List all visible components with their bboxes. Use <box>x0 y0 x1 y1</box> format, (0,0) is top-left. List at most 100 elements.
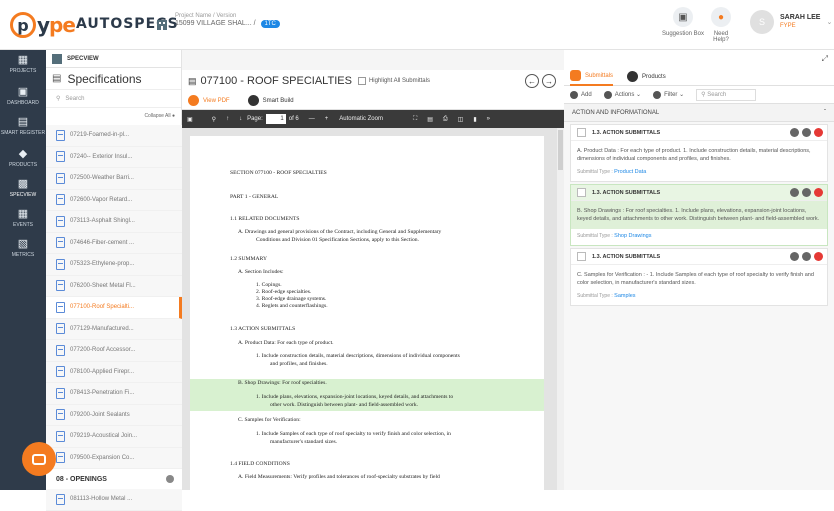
card-checkbox[interactable] <box>577 252 586 261</box>
bookmark-icon[interactable]: ▮ <box>473 116 476 123</box>
card-checkbox[interactable] <box>577 128 586 137</box>
search-icon[interactable]: ⚲ <box>212 116 216 123</box>
next-arrow-icon[interactable]: → <box>542 74 556 88</box>
chat-button[interactable] <box>22 442 56 476</box>
download-icon[interactable]: ◫ <box>458 116 464 123</box>
suggestion-box-button[interactable]: ▣ Suggestion Box <box>660 5 706 37</box>
highlight-checkbox[interactable] <box>357 77 366 85</box>
pdf-icon <box>56 151 65 163</box>
nav-metrics[interactable]: ▧ METRICS <box>0 238 46 258</box>
top-bar: p ype AUTOSPECS Project Name / Version 1… <box>0 0 834 50</box>
card-body: A. Product Data : For each type of produ… <box>577 148 811 162</box>
edit-icon[interactable] <box>790 188 799 197</box>
submittal-type: Submittal Type : Product Data <box>577 169 647 175</box>
filter-button[interactable]: Filter ⌄ <box>653 90 684 99</box>
collapse-all-button[interactable]: Collapse All ● <box>46 108 181 124</box>
building-icon: ▦ <box>17 54 29 66</box>
spec-search-input[interactable]: ⚲ Search <box>46 90 181 108</box>
nav-specview[interactable]: ▩ SPECVIEW <box>0 178 46 198</box>
nav-products[interactable]: ◆ PRODUCTS <box>0 148 46 168</box>
spec-item[interactable]: 074646-Fiber-cement ... <box>46 232 182 254</box>
need-help-button[interactable]: ● Need Help? <box>706 5 736 43</box>
card-checkbox[interactable] <box>577 188 586 197</box>
spec-item[interactable]: 078413-Penetration Fi... <box>46 383 182 405</box>
submittals-panel: ⤢ Submittals Products Add Actions ⌄ Filt… <box>564 50 834 490</box>
prev-arrow-icon[interactable]: ← <box>525 74 539 88</box>
nav-smart-register[interactable]: ▤ SMART REGISTER <box>0 116 46 136</box>
search-icon: ⚲ <box>701 91 706 98</box>
doc-line: 1.3 ACTION SUBMITTALS <box>230 326 296 332</box>
card-body: C. Samples for Verification : - 1. Inclu… <box>577 272 814 286</box>
nav-events[interactable]: ▦ EVENTS <box>0 208 46 228</box>
spec-item[interactable]: 072500-Weather Barri... <box>46 168 182 190</box>
doc-line: A. Drawings and general provisions of th… <box>238 229 442 235</box>
tab-view-pdf[interactable]: View PDF <box>188 95 230 106</box>
tab-smart-build[interactable]: Smart Build <box>247 95 294 106</box>
suggestion-box-icon: ▣ <box>673 7 693 27</box>
edit-icon[interactable] <box>790 128 799 137</box>
spec-item[interactable]: 07240-- Exterior Insul... <box>46 146 182 168</box>
spec-item[interactable]: 079500-Expansion Co... <box>46 447 182 469</box>
spec-item[interactable]: 081113-Hollow Metal ... <box>46 489 182 511</box>
spec-item[interactable]: 077200-Roof Accessor... <box>46 340 182 362</box>
submittal-card[interactable]: 1.3. ACTION SUBMITTALS C. Samples for Ve… <box>570 248 828 306</box>
spec-item[interactable]: 077129-Manufactured... <box>46 318 182 340</box>
tab-products[interactable]: Products <box>627 68 666 86</box>
sidebar-toggle-icon[interactable]: ▣ <box>187 116 193 123</box>
print-icon[interactable]: ⎙ <box>443 116 448 123</box>
search-icon: ⚲ <box>56 96 61 102</box>
spec-item[interactable]: 079219-Acoustical Join... <box>46 426 182 448</box>
pdf-viewer[interactable]: SECTION 077100 - ROOF SPECIALTIES PART 1… <box>182 128 557 490</box>
more-tools-icon[interactable]: » <box>487 116 490 122</box>
spec-item-active[interactable]: 077100-Roof Specialti... <box>46 297 182 319</box>
spec-item[interactable]: 073113-Asphalt Shingl... <box>46 211 182 233</box>
fullscreen-icon[interactable]: ⛶ <box>413 116 417 123</box>
pdf-icon <box>56 452 65 464</box>
delete-icon[interactable] <box>814 188 823 197</box>
spec-item[interactable]: 072600-Vapor Retard... <box>46 189 182 211</box>
zoom-select[interactable]: Automatic Zoom <box>339 116 383 122</box>
pdf-scrollbar[interactable] <box>557 128 564 490</box>
nav-dashboard[interactable]: ▣ DASHBOARD <box>0 86 46 106</box>
prev-page-icon[interactable]: ↑ <box>226 116 229 122</box>
zoom-out-icon[interactable]: — <box>309 116 315 122</box>
spec-item[interactable]: 079200-Joint Sealants <box>46 404 182 426</box>
doc-line: 1. Include Samples of each type of roof … <box>256 431 451 437</box>
submittal-card-selected[interactable]: 1.3. ACTION SUBMITTALS B. Shop Drawings … <box>570 184 828 246</box>
tab-submittals[interactable]: Submittals <box>570 68 614 86</box>
submittal-card[interactable]: 1.3. ACTION SUBMITTALS A. Product Data :… <box>570 124 828 182</box>
doc-line: SECTION 077100 - ROOF SPECIALTIES <box>230 170 327 176</box>
scrollbar-thumb[interactable] <box>558 130 563 170</box>
document-title: 077100 - ROOF SPECIALTIES <box>200 75 352 87</box>
logo[interactable]: p ype <box>10 10 76 40</box>
products-icon <box>627 71 639 82</box>
page-number-input[interactable]: 1 <box>265 114 286 124</box>
delete-icon[interactable] <box>814 128 823 137</box>
expand-icon[interactable]: ⤢ <box>822 54 828 64</box>
spec-item[interactable]: 075323-Ethylene-prop... <box>46 254 182 276</box>
copy-icon[interactable] <box>802 128 811 137</box>
delete-icon[interactable] <box>814 252 823 261</box>
spec-item[interactable]: 078100-Applied Firepr... <box>46 361 182 383</box>
next-page-icon[interactable]: ↓ <box>239 116 242 122</box>
project-selector[interactable]: Project Name / Version 15099 VILLAGE SHA… <box>175 12 280 28</box>
zoom-in-icon[interactable]: + <box>325 116 329 122</box>
add-button[interactable]: Add <box>570 90 592 99</box>
edit-icon[interactable] <box>790 252 799 261</box>
spec-panel: SPECVIEW ▤ Specifications ⚲ Search Collaps… <box>46 50 182 511</box>
doc-line: 4. Reglets and counterflashings. <box>256 303 328 309</box>
nav-projects[interactable]: ▦ PROJECTS <box>0 54 46 74</box>
need-help-label: Need Help? <box>713 31 729 43</box>
user-menu[interactable]: S SARAH LEE FYPE ⌄ <box>750 10 832 34</box>
copy-icon[interactable] <box>802 252 811 261</box>
spec-item[interactable]: 076200-Sheet Metal Fl... <box>46 275 182 297</box>
division-header[interactable]: 08 - OPENINGS <box>46 469 182 489</box>
spec-item[interactable]: 07219-Foamed-in-pl... <box>46 125 182 147</box>
open-file-icon[interactable]: ▤ <box>427 116 433 123</box>
copy-icon[interactable] <box>802 188 811 197</box>
actions-button[interactable]: Actions ⌄ <box>603 90 641 99</box>
submittals-search-input[interactable]: ⚲ Search <box>696 88 757 101</box>
category-header[interactable]: ACTION AND INFORMATIONAL ˆ <box>564 104 834 122</box>
page-count: of 6 <box>288 116 299 122</box>
dashboard-icon: ▣ <box>17 86 29 98</box>
